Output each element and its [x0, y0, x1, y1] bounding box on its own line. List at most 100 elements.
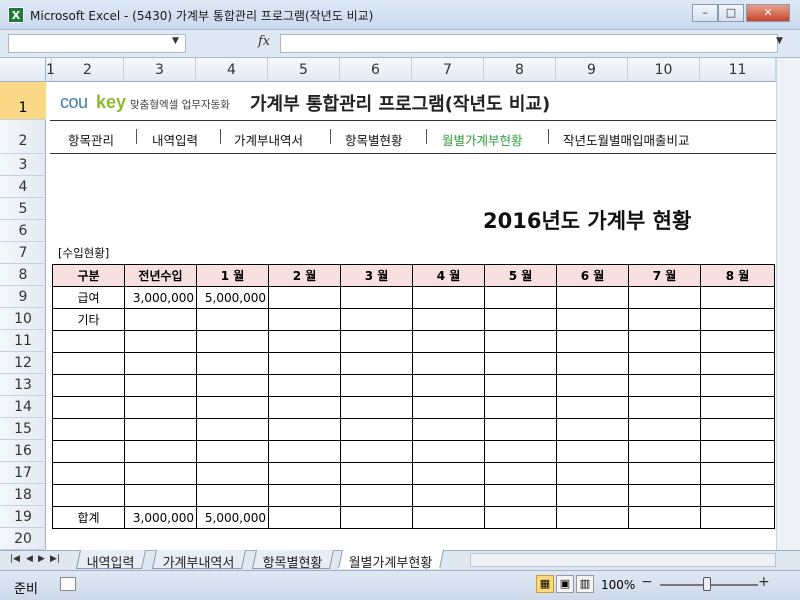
- table-cell[interactable]: [124, 308, 197, 331]
- column-header[interactable]: 4: [196, 58, 268, 82]
- table-cell[interactable]: [412, 484, 485, 507]
- name-box[interactable]: [8, 34, 186, 53]
- table-cell[interactable]: [700, 440, 775, 463]
- table-cell[interactable]: [196, 462, 269, 485]
- table-cell[interactable]: [628, 506, 701, 529]
- table-cell[interactable]: [700, 396, 775, 419]
- table-cell[interactable]: [124, 352, 197, 375]
- table-cell[interactable]: [556, 418, 629, 441]
- table-cell[interactable]: 급여: [52, 286, 125, 309]
- table-cell[interactable]: [628, 396, 701, 419]
- table-cell[interactable]: [700, 462, 775, 485]
- column-header[interactable]: 9: [556, 58, 628, 82]
- table-cell[interactable]: [700, 418, 775, 441]
- table-cell[interactable]: [124, 462, 197, 485]
- row-header[interactable]: 15: [0, 418, 46, 440]
- row-header[interactable]: 7: [0, 242, 46, 264]
- table-cell[interactable]: [340, 484, 413, 507]
- table-cell[interactable]: [484, 330, 557, 353]
- row-header[interactable]: 14: [0, 396, 46, 418]
- table-cell[interactable]: [340, 286, 413, 309]
- table-cell[interactable]: [124, 440, 197, 463]
- table-cell[interactable]: [196, 352, 269, 375]
- table-cell[interactable]: [556, 396, 629, 419]
- row-header[interactable]: 10: [0, 308, 46, 330]
- table-cell[interactable]: [268, 462, 341, 485]
- table-cell[interactable]: [412, 374, 485, 397]
- table-cell[interactable]: [196, 330, 269, 353]
- table-cell[interactable]: [556, 462, 629, 485]
- table-cell[interactable]: [412, 286, 485, 309]
- table-cell[interactable]: [628, 374, 701, 397]
- page-break-view-icon[interactable]: ▥: [576, 575, 594, 593]
- normal-view-icon[interactable]: ▦: [536, 575, 554, 593]
- table-cell[interactable]: [556, 440, 629, 463]
- table-cell[interactable]: [52, 352, 125, 375]
- row-header[interactable]: 5: [0, 198, 46, 220]
- table-header-cell[interactable]: 전년수입: [124, 264, 197, 287]
- table-cell[interactable]: [52, 396, 125, 419]
- table-cell[interactable]: [484, 374, 557, 397]
- insert-function-icon[interactable]: fx: [258, 34, 270, 49]
- row-header[interactable]: 11: [0, 330, 46, 352]
- table-cell[interactable]: [52, 440, 125, 463]
- table-cell[interactable]: 5,000,000: [196, 286, 269, 309]
- table-cell[interactable]: [628, 484, 701, 507]
- row-header[interactable]: 13: [0, 374, 46, 396]
- table-cell[interactable]: [628, 352, 701, 375]
- column-header[interactable]: 5: [268, 58, 340, 82]
- column-header[interactable]: 11: [700, 58, 776, 82]
- table-cell[interactable]: [484, 286, 557, 309]
- table-cell[interactable]: [268, 396, 341, 419]
- nav-item-entry-input[interactable]: 내역입력: [152, 130, 198, 149]
- macro-record-icon[interactable]: [60, 577, 76, 591]
- table-header-cell[interactable]: 4 월: [412, 264, 485, 287]
- table-cell[interactable]: 5,000,000: [196, 506, 269, 529]
- table-cell[interactable]: [124, 374, 197, 397]
- sheet-tab[interactable]: 가계부내역서: [151, 550, 246, 571]
- nav-item-category-status[interactable]: 항목별현황: [345, 130, 403, 149]
- table-cell[interactable]: [700, 286, 775, 309]
- table-cell[interactable]: [700, 506, 775, 529]
- table-cell[interactable]: [700, 374, 775, 397]
- table-cell[interactable]: [196, 418, 269, 441]
- row-header[interactable]: 3: [0, 154, 46, 176]
- table-cell[interactable]: [124, 418, 197, 441]
- table-cell[interactable]: [628, 308, 701, 331]
- row-header[interactable]: 17: [0, 462, 46, 484]
- table-cell[interactable]: [196, 308, 269, 331]
- row-header[interactable]: 20: [0, 528, 46, 550]
- table-cell[interactable]: [556, 286, 629, 309]
- table-cell[interactable]: [412, 352, 485, 375]
- table-cell[interactable]: [52, 462, 125, 485]
- table-cell[interactable]: [484, 308, 557, 331]
- column-header[interactable]: 10: [628, 58, 700, 82]
- table-cell[interactable]: [556, 352, 629, 375]
- table-cell[interactable]: [556, 484, 629, 507]
- table-cell[interactable]: [412, 506, 485, 529]
- table-cell[interactable]: [484, 440, 557, 463]
- table-cell[interactable]: [268, 506, 341, 529]
- prev-sheet-icon[interactable]: ◀: [26, 554, 33, 564]
- table-cell[interactable]: [628, 462, 701, 485]
- zoom-slider-thumb[interactable]: [703, 577, 711, 591]
- table-cell[interactable]: [268, 286, 341, 309]
- table-cell[interactable]: [124, 330, 197, 353]
- row-header[interactable]: 8: [0, 264, 46, 286]
- sheet-tab[interactable]: 내역입력: [75, 550, 146, 571]
- table-cell[interactable]: [412, 440, 485, 463]
- last-sheet-icon[interactable]: ▶|: [50, 554, 60, 564]
- horizontal-scrollbar[interactable]: [470, 553, 776, 567]
- table-cell[interactable]: [556, 308, 629, 331]
- next-sheet-icon[interactable]: ▶: [38, 554, 45, 564]
- table-cell[interactable]: [268, 440, 341, 463]
- table-cell[interactable]: [124, 396, 197, 419]
- table-cell[interactable]: [412, 418, 485, 441]
- table-cell[interactable]: [700, 352, 775, 375]
- table-cell[interactable]: [340, 396, 413, 419]
- table-header-cell[interactable]: 2 월: [268, 264, 341, 287]
- table-cell[interactable]: [628, 440, 701, 463]
- table-cell[interactable]: [52, 330, 125, 353]
- table-cell[interactable]: [700, 330, 775, 353]
- table-cell[interactable]: [484, 352, 557, 375]
